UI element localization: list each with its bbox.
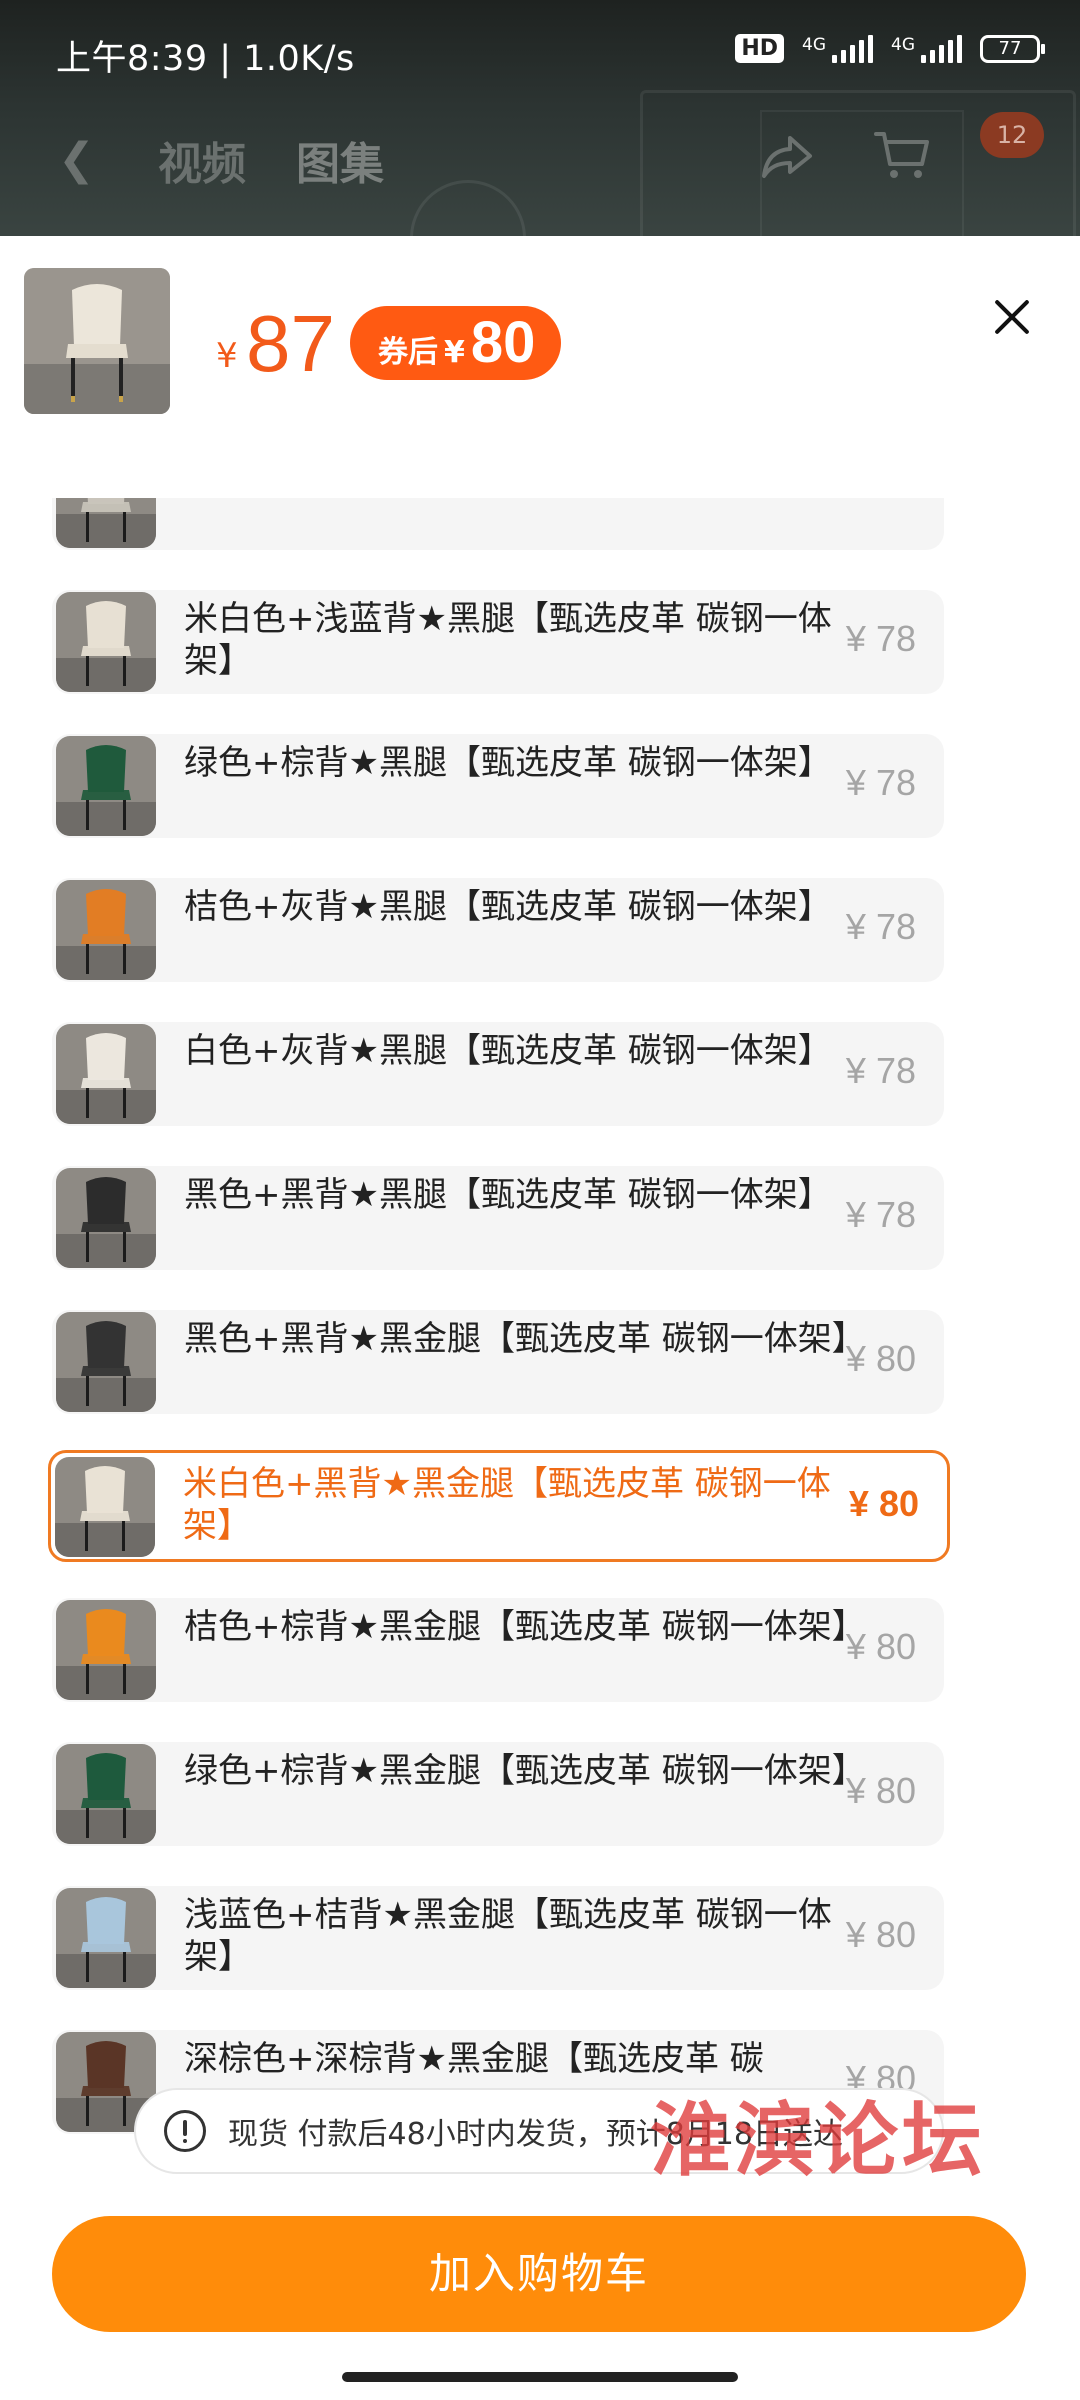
coupon-label: 券后	[378, 335, 438, 370]
coupon-price: 80	[470, 310, 536, 375]
sku-option-label: 桔色+棕背★黑金腿【甄选皮革 碳钢一体架】	[184, 1607, 866, 1647]
add-to-cart-button[interactable]: 加入购物车	[52, 2216, 1026, 2332]
sku-option-thumbnail	[56, 1024, 156, 1124]
info-icon	[164, 2110, 206, 2152]
price-currency: ¥	[216, 336, 238, 376]
sku-option-label: 黑色+黑背★黑金腿【甄选皮革 碳钢一体架】	[184, 1319, 866, 1359]
cart-count-badge: 12	[980, 112, 1044, 158]
sku-option[interactable]: 黑色+黑背★黑金腿【甄选皮革 碳钢一体架】 ¥ 80	[52, 1310, 944, 1414]
tab-gallery[interactable]: 图集	[296, 128, 384, 192]
signal-icon: 4G	[891, 34, 962, 63]
sku-option-label: 绿色+棕背★黑腿【甄选皮革 碳钢一体架】	[184, 743, 832, 783]
background-product-gallery: 上午8:39 | 1.0K/s HD 4G 4G 77 ❮ 视频 图集 12	[0, 0, 1080, 236]
share-icon[interactable]	[760, 126, 816, 182]
sku-option-thumbnail	[56, 592, 156, 692]
product-price: 87	[246, 299, 335, 388]
sku-option-label: 米白色+黑背★黑金腿【甄选皮革 碳钢一体架】	[183, 1464, 831, 1546]
sku-option[interactable]: 绿色+棕背★黑金腿【甄选皮革 碳钢一体架】 ¥ 80	[52, 1742, 944, 1846]
nav-bar: ❮ 视频 图集 12	[0, 86, 1080, 236]
sku-option-price: ¥ 80	[848, 1483, 919, 1524]
sku-option-thumbnail	[55, 1457, 155, 1557]
sku-option-thumbnail	[56, 880, 156, 980]
status-time: 上午8:39 | 1.0K/s	[56, 39, 355, 79]
sku-option-price: ¥ 78	[845, 1050, 916, 1091]
sku-option-thumbnail	[56, 498, 156, 548]
sku-option-price: ¥ 78	[845, 906, 916, 947]
sku-option-thumbnail	[56, 1312, 156, 1412]
sku-option[interactable]: 米白色+黑背★黑金腿【甄选皮革 碳钢一体架】 ¥ 80	[48, 1450, 950, 1562]
sku-option-price: ¥ 80	[845, 1770, 916, 1811]
status-icons: HD 4G 4G 77	[735, 34, 1045, 63]
sku-option-thumbnail	[56, 1744, 156, 1844]
sku-option-price: ¥ 80	[845, 1338, 916, 1379]
sku-option-label: 米白色+浅蓝背★黑腿【甄选皮革 碳钢一体架】	[184, 599, 832, 681]
sku-option-thumbnail	[56, 1168, 156, 1268]
sku-option[interactable]: 白色+灰背★黑腿【甄选皮革 碳钢一体架】 ¥ 78	[52, 1022, 944, 1126]
coupon-price-badge: 券后 ¥ 80	[350, 306, 562, 380]
cart-icon[interactable]	[872, 124, 932, 184]
hd-icon: HD	[735, 34, 784, 63]
coupon-currency: ¥	[444, 335, 465, 370]
sku-option-price: ¥ 80	[845, 1914, 916, 1955]
tab-video[interactable]: 视频	[158, 128, 246, 192]
back-icon[interactable]: ❮	[58, 134, 95, 185]
sku-option[interactable]: 桔色+灰背★黑腿【甄选皮革 碳钢一体架】 ¥ 78	[52, 878, 944, 982]
watermark: 淮滨论坛	[650, 2093, 986, 2187]
sku-option-label: 白色+灰背★黑腿【甄选皮革 碳钢一体架】	[184, 1031, 832, 1071]
sku-option-price: ¥ 80	[845, 1626, 916, 1667]
network-label: 4G	[802, 34, 826, 55]
sku-options-list[interactable]: …架】米白色+浅蓝背★黑腿【甄选皮革 碳钢一体架】¥ 78绿色+棕背★黑腿【甄选…	[0, 498, 1080, 2306]
product-thumbnail[interactable]	[24, 268, 170, 414]
sku-option-label: 浅蓝色+桔背★黑金腿【甄选皮革 碳钢一体架】	[184, 1895, 832, 1977]
sku-option-thumbnail	[56, 1888, 156, 1988]
signal-icon: 4G	[802, 34, 873, 63]
sku-option-thumbnail	[56, 736, 156, 836]
sku-option-price: ¥ 78	[845, 1194, 916, 1235]
sku-option[interactable]: …架】	[52, 498, 944, 550]
sku-option[interactable]: 米白色+浅蓝背★黑腿【甄选皮革 碳钢一体架】 ¥ 78	[52, 590, 944, 694]
home-indicator[interactable]	[342, 2372, 738, 2382]
sku-option-price: ¥ 78	[845, 618, 916, 659]
sku-option-label: 桔色+灰背★黑腿【甄选皮革 碳钢一体架】	[184, 887, 832, 927]
sku-selection-sheet: ¥ 87 券后 ¥ 80 …架】米白色+浅蓝背★黑腿【甄选皮革 碳钢一体架】 ¥ …	[0, 236, 1080, 2400]
sku-option[interactable]: 绿色+棕背★黑腿【甄选皮革 碳钢一体架】 ¥ 78	[52, 734, 944, 838]
sku-option-label: 深棕色+深棕背★黑金腿【甄选皮革 碳	[184, 2039, 764, 2079]
battery-icon: 77	[980, 34, 1045, 63]
status-bar: 上午8:39 | 1.0K/s HD 4G 4G 77	[0, 0, 1080, 86]
sku-option-label: 绿色+棕背★黑金腿【甄选皮革 碳钢一体架】	[184, 1751, 866, 1791]
sku-option-thumbnail	[56, 1600, 156, 1700]
close-icon[interactable]	[986, 292, 1038, 344]
sku-option[interactable]: 桔色+棕背★黑金腿【甄选皮革 碳钢一体架】 ¥ 80	[52, 1598, 944, 1702]
sku-option[interactable]: 浅蓝色+桔背★黑金腿【甄选皮革 碳钢一体架】 ¥ 80	[52, 1886, 944, 1990]
network-label: 4G	[891, 34, 915, 55]
sku-option[interactable]: 黑色+黑背★黑腿【甄选皮革 碳钢一体架】 ¥ 78	[52, 1166, 944, 1270]
sku-option-price: ¥ 78	[845, 762, 916, 803]
sku-option-label: 黑色+黑背★黑腿【甄选皮革 碳钢一体架】	[184, 1175, 832, 1215]
